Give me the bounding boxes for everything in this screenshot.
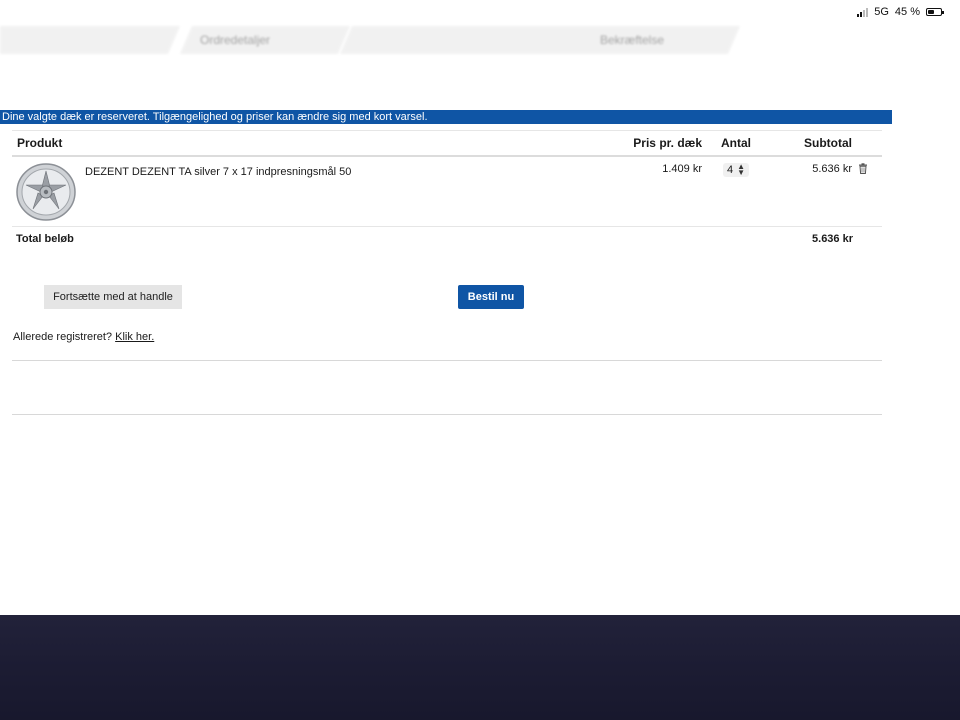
step-confirmation-label: Bekræftelse [600,33,665,47]
status-bar: 5G 45 % [742,0,960,24]
order-now-button[interactable]: Bestil nu [458,285,524,309]
quantity-select[interactable]: 4 ▲ ▼ [722,162,750,177]
trash-icon[interactable] [852,163,874,177]
total-row: Total beløb 5.636 kr [12,227,882,251]
header-subtotal: Subtotal [804,136,852,150]
login-text: Allerede registreret? [13,331,113,343]
login-link[interactable]: Klik her. [115,331,154,343]
network-label: 5G [874,6,889,18]
divider [12,360,882,361]
cart-item-row: DEZENT DEZENT TA silver 7 x 17 indpresni… [12,157,882,227]
continue-shopping-button[interactable]: Fortsætte med at handle [44,285,182,309]
step-confirmation: Bekræftelse [340,26,740,54]
header-price: Pris pr. dæk [633,136,702,150]
chevron-updown-icon: ▲ ▼ [737,162,746,177]
reservation-notice: Dine valgte dæk er reserveret. Tilgængel… [0,110,892,124]
signal-icon [857,7,869,17]
divider [12,414,882,415]
total-value: 5.636 kr [812,233,853,245]
login-prompt: Allerede registreret? Klik her. [13,331,154,343]
battery-icon [926,8,944,16]
bottom-band [0,615,960,720]
checkout-steps: Ordredetaljer Bekræftelse [0,26,760,54]
quantity-value: 4 [726,164,734,176]
product-name[interactable]: DEZENT DEZENT TA silver 7 x 17 indpresni… [85,163,351,178]
item-subtotal: 5.636 kr [812,163,852,175]
battery-label: 45 % [894,6,920,18]
item-price: 1.409 kr [662,163,702,175]
step-details: Ordredetaljer [180,26,350,54]
cart-table: Produkt Pris pr. dæk Antal Subtotal DEZE… [12,130,882,251]
wheel-image [15,163,77,221]
header-qty: Antal [721,136,751,150]
header-product: Produkt [17,136,63,150]
cart-header: Produkt Pris pr. dæk Antal Subtotal [12,130,882,157]
total-label: Total beløb [16,233,74,245]
step-cart [0,26,180,54]
step-details-label: Ordredetaljer [200,33,271,47]
